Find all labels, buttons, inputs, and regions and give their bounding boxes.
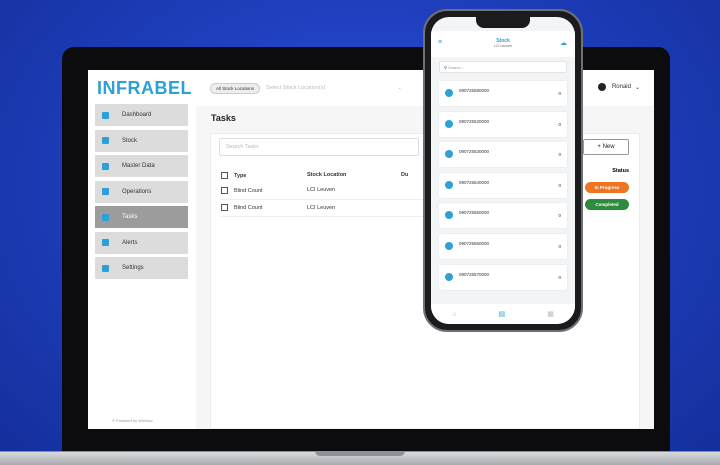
app-logo: INFRABEL (97, 78, 192, 98)
stock-item-qty: 0 (558, 182, 561, 188)
sidebar-item-label: Tasks (122, 214, 138, 220)
phone-stock-list: 090725590000 0 090725520000 0 090725530000 0 0… (439, 81, 567, 295)
user-menu[interactable]: Ronald ⌄ (597, 83, 640, 91)
home-icon[interactable]: ⌂ (452, 311, 456, 318)
laptop-notch (315, 451, 405, 456)
row-checkbox[interactable] (221, 186, 228, 194)
sidebar: INFRABEL Dashboard Stock Master Data Operat… (88, 70, 196, 429)
table-header: Type Stock Location Du (221, 168, 431, 182)
sidebar-item-stock[interactable]: Stock (95, 129, 188, 152)
stock-item-icon (445, 119, 453, 128)
stock-item-qty: 0 (558, 152, 561, 158)
phone-tab-bar: ⌂ ▤ ▦ (431, 304, 575, 324)
stock-item-icon (445, 150, 453, 159)
list-item[interactable]: 090725530000 0 (439, 142, 567, 168)
task-location: LCI Leuven (307, 199, 401, 217)
phone-subtitle: LCI Leuven (494, 44, 512, 48)
column-status: Status (612, 168, 629, 174)
sidebar-item-dashboard[interactable]: Dashboard (95, 104, 188, 126)
select-all-checkbox[interactable] (221, 171, 228, 179)
box-icon (102, 137, 109, 144)
sidebar-item-label: Settings (122, 265, 144, 271)
list-item[interactable]: 090725540000 0 (439, 172, 567, 198)
location-chip[interactable]: All Stock Locations (210, 82, 261, 94)
list-item[interactable]: 090725520000 0 (439, 111, 567, 137)
status-badge: Completed (585, 199, 629, 210)
stock-item-icon (445, 180, 453, 189)
location-select[interactable]: Select Stock Location(s) ⌄ (266, 85, 402, 91)
hierarchy-icon (102, 162, 109, 170)
sidebar-item-label: Alerts (122, 239, 138, 246)
powered-by: © Powered by Weblarz (112, 418, 153, 423)
avatar (597, 83, 606, 91)
sidebar-item-master-data[interactable]: Master Data (95, 155, 188, 177)
stock-item-icon (445, 272, 453, 281)
column-type: Type (234, 172, 247, 179)
sidebar-item-label: Operations (122, 188, 152, 195)
alert-icon (102, 239, 109, 246)
tasks-icon (102, 213, 109, 221)
status-column: Status In Progress Completed (585, 168, 629, 216)
stock-item-qty: 0 (558, 121, 561, 127)
sidebar-item-tasks[interactable]: Tasks (95, 206, 188, 228)
chevron-down-icon: ⌄ (397, 85, 403, 91)
dashboard-icon (102, 111, 109, 119)
task-type: Blind Count (234, 187, 263, 194)
stock-item-code: 090725570000 (459, 271, 490, 277)
list-item[interactable]: 090725570000 0 (439, 264, 567, 290)
stock-item-code: 090725550000 (459, 210, 490, 216)
sidebar-item-label: Dashboard (122, 112, 152, 118)
stock-item-code: 090725590000 (459, 88, 490, 93)
new-task-button[interactable]: + New (583, 139, 629, 155)
phone-search-placeholder: Search... (448, 65, 465, 70)
phone-notch (476, 17, 530, 28)
task-type: Blind Count (234, 204, 263, 211)
chevron-down-icon: ⌄ (634, 84, 640, 91)
phone-screen: ≡ Stock LCI Leuven ☁ ⚲ Search... 0907255… (431, 17, 575, 324)
stock-item-qty: 0 (558, 243, 561, 249)
list-item[interactable]: 090725590000 0 (439, 81, 567, 106)
task-location: LCI Leuven (307, 182, 401, 200)
operations-icon (102, 188, 109, 195)
tasks-table: Type Stock Location Du Blind Count LCI Le… (221, 168, 431, 217)
stock-item-icon (445, 89, 453, 97)
list-item[interactable]: 090725550000 0 (439, 203, 567, 229)
sidebar-item-alerts[interactable]: Alerts (95, 231, 188, 254)
sidebar-item-label: Master Data (122, 163, 155, 169)
table-row[interactable]: Blind Count LCI Leuven (221, 182, 431, 200)
page-title: Tasks (211, 113, 236, 123)
phone-search-input[interactable]: ⚲ Search... (439, 61, 567, 73)
cloud-icon[interactable]: ☁ (560, 39, 567, 47)
stock-item-icon (445, 241, 453, 250)
table-row[interactable]: Blind Count LCI Leuven (221, 199, 431, 217)
row-checkbox[interactable] (221, 204, 228, 211)
stock-item-code: 090725520000 (459, 118, 490, 124)
search-input[interactable]: Search Tasks (219, 138, 419, 156)
gear-icon (102, 264, 109, 272)
list-item[interactable]: 090725560000 0 (439, 233, 567, 259)
status-badge: In Progress (585, 182, 629, 193)
list-icon[interactable]: ▤ (498, 310, 505, 318)
sidebar-nav: Dashboard Stock Master Data Operations Tasks… (95, 104, 188, 283)
phone-header: ≡ Stock LCI Leuven ☁ (431, 31, 575, 57)
stock-item-code: 090725530000 (459, 149, 490, 155)
sidebar-item-settings[interactable]: Settings (95, 257, 188, 279)
stock-item-icon (445, 211, 453, 220)
grid-icon[interactable]: ▦ (547, 310, 554, 318)
stock-item-code: 090725560000 (459, 240, 490, 246)
stock-item-qty: 0 (558, 213, 561, 219)
stock-item-code: 090725540000 (459, 179, 490, 185)
stock-item-qty: 0 (558, 274, 561, 280)
stock-item-qty: 0 (558, 91, 561, 96)
sidebar-item-operations[interactable]: Operations (95, 180, 188, 203)
user-name: Ronald (611, 84, 631, 90)
location-select-placeholder: Select Stock Location(s) (266, 85, 326, 91)
sidebar-item-label: Stock (122, 137, 138, 144)
column-location: Stock Location (307, 172, 347, 178)
phone-frame: ≡ Stock LCI Leuven ☁ ⚲ Search... 0907255… (423, 9, 583, 332)
